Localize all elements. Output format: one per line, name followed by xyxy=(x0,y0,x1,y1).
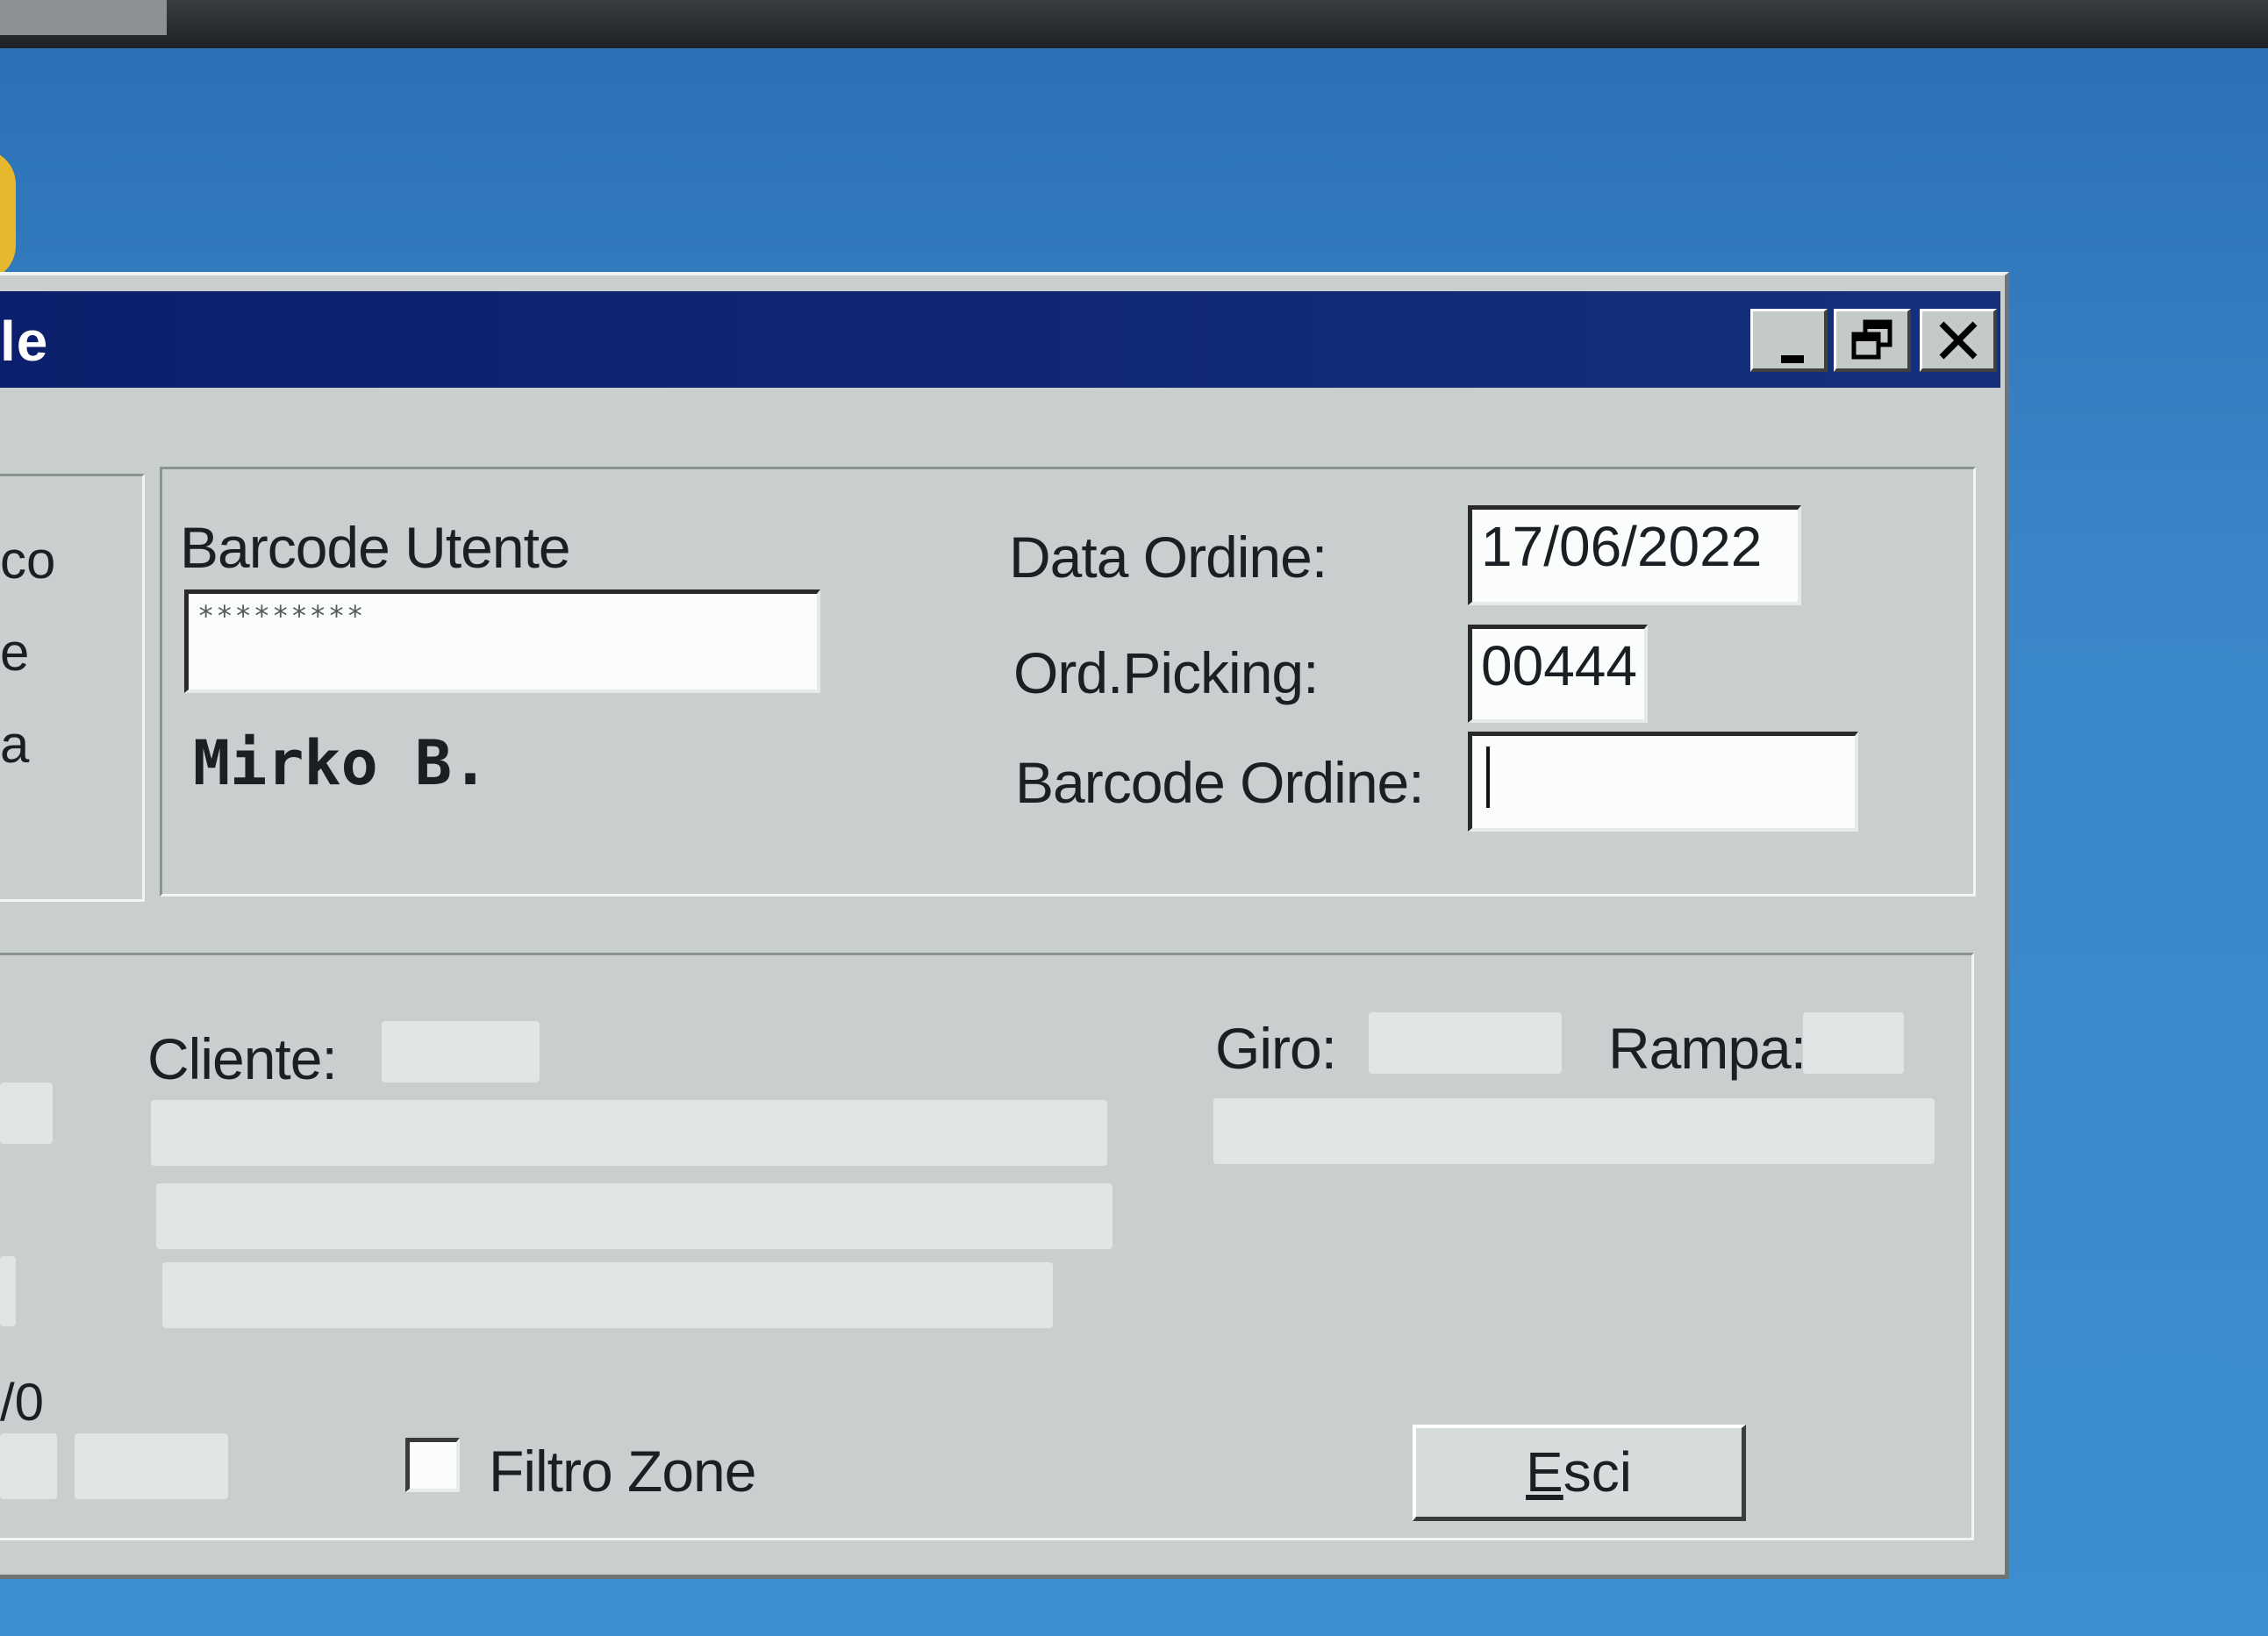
ord-picking-label: Ord.Picking: xyxy=(1013,640,1319,705)
esci-button[interactable]: Esci xyxy=(1413,1425,1746,1521)
restore-icon xyxy=(1851,319,1892,360)
esci-mnemonic: E xyxy=(1526,1440,1563,1504)
rampa-value xyxy=(1803,1012,1904,1074)
title-bar: le xyxy=(0,291,2000,388)
window-title: le xyxy=(0,310,49,373)
side-label-3: a xyxy=(0,715,30,774)
text-caret xyxy=(1486,747,1490,808)
side-value-3 xyxy=(0,1433,57,1499)
minimize-icon xyxy=(1781,355,1804,363)
cliente-value xyxy=(382,1021,540,1082)
minimize-button[interactable] xyxy=(1750,309,1828,372)
side-label-1: co xyxy=(0,531,56,589)
barcode-ordine-label: Barcode Ordine: xyxy=(1015,750,1425,815)
restore-button[interactable] xyxy=(1834,309,1911,372)
cliente-label: Cliente: xyxy=(147,1026,338,1091)
filtro-zone-label: Filtro Zone xyxy=(489,1439,756,1504)
side-value-4 xyxy=(75,1433,228,1499)
cliente-detail-line-1 xyxy=(151,1100,1107,1166)
barcode-ordine-input[interactable] xyxy=(1468,732,1858,832)
barcode-utente-label: Barcode Utente xyxy=(180,515,571,580)
side-value-2 xyxy=(0,1256,16,1326)
user-name: Mirko B. xyxy=(193,727,490,799)
esci-label: sci xyxy=(1563,1440,1632,1504)
side-value-1 xyxy=(0,1082,53,1144)
side-label-2: e xyxy=(0,623,30,682)
filtro-zone-checkbox[interactable] xyxy=(405,1438,460,1492)
bezel-corner xyxy=(0,0,167,35)
close-icon xyxy=(1939,321,1978,360)
cliente-detail-line-2 xyxy=(156,1183,1113,1249)
app-window: le co e a Barcode Utente ********* Mirko… xyxy=(0,272,2009,1579)
cliente-detail-line-3 xyxy=(162,1262,1053,1328)
ord-picking-field[interactable]: 00444 xyxy=(1468,625,1648,723)
monitor-bezel xyxy=(0,0,2268,48)
close-button[interactable] xyxy=(1920,309,1997,372)
data-ordine-field[interactable]: 17/06/2022 xyxy=(1468,505,1801,605)
data-ordine-label: Data Ordine: xyxy=(1009,525,1327,589)
giro-detail-line xyxy=(1213,1098,1935,1164)
side-label-4: /0 xyxy=(0,1373,45,1432)
giro-value xyxy=(1369,1012,1562,1074)
giro-label: Giro: xyxy=(1215,1016,1337,1081)
barcode-utente-input[interactable]: ********* xyxy=(184,589,820,693)
desktop-icon xyxy=(0,149,16,281)
rampa-label: Rampa: xyxy=(1608,1016,1807,1081)
